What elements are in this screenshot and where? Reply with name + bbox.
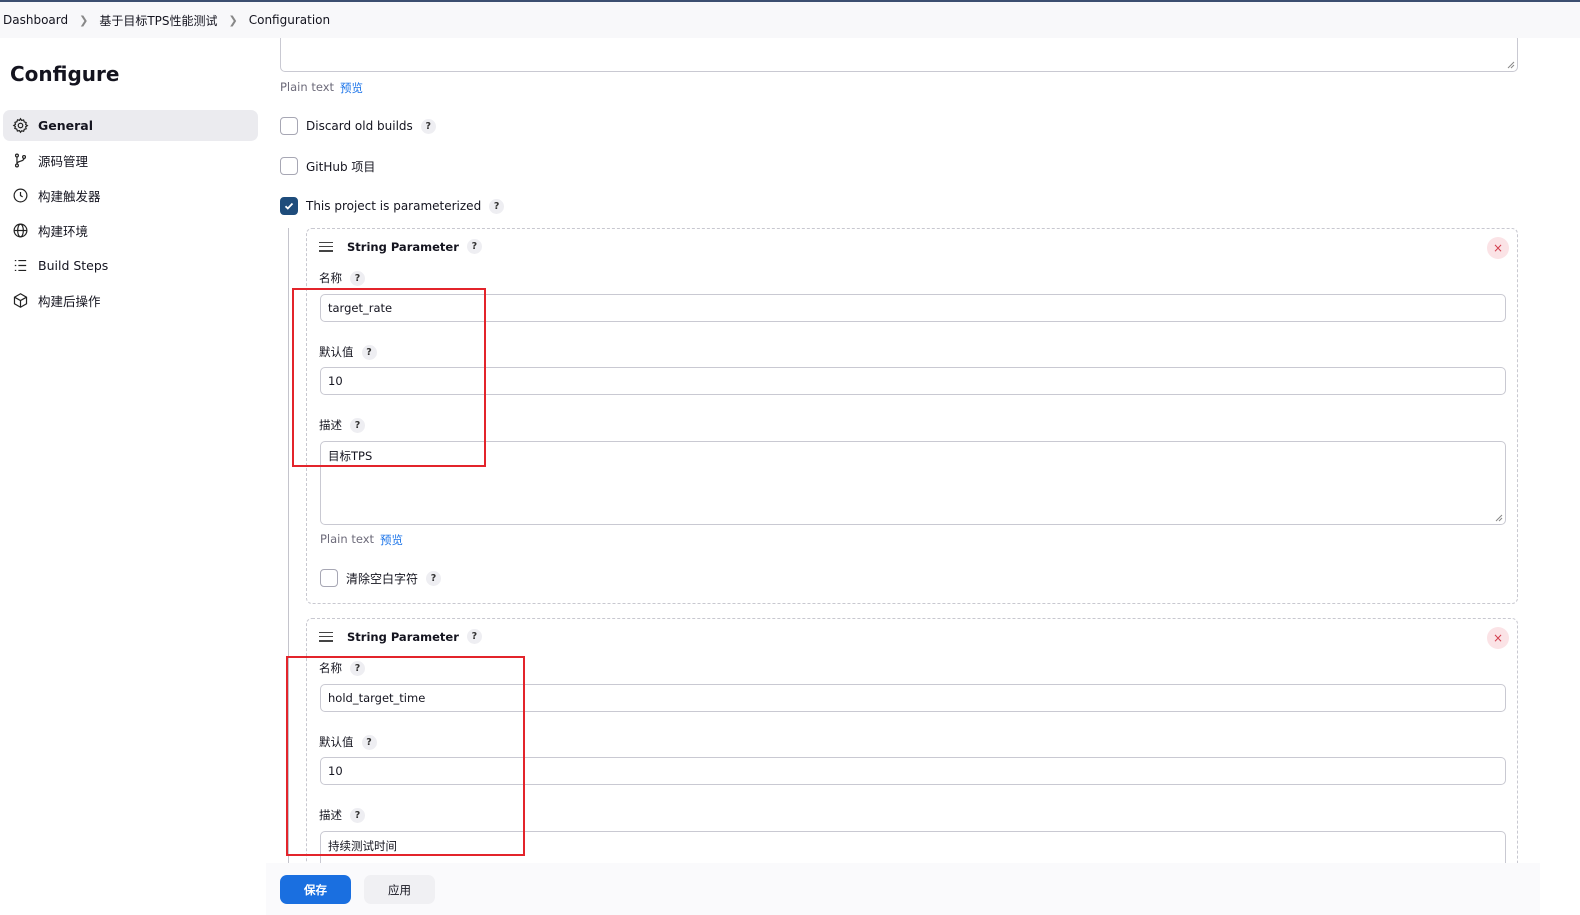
sidebar-item-label: General [38,118,93,133]
chevron-right-icon: ❯ [79,13,89,27]
help-icon[interactable]: ? [361,344,377,360]
help-icon[interactable]: ? [466,629,482,644]
description-label: 描述 ? [319,807,365,823]
close-icon[interactable]: × [1487,627,1509,649]
description-label: 描述 ? [319,417,365,433]
default-value-label: 默认值 ? [319,344,377,360]
clock-icon [11,187,29,205]
globe-icon [11,222,29,240]
discard-old-builds-label[interactable]: Discard old builds [306,119,413,133]
string-parameter-card: String Parameter ? × 名称 ? hold_target_ti… [306,618,1518,863]
sidebar-item-label: 构建环境 [38,224,89,239]
github-project-label[interactable]: GitHub 项目 [306,158,375,175]
default-value-label-text: 默认值 [319,735,354,749]
sidebar-item-label: 源码管理 [38,154,89,169]
parameter-type-label: String Parameter [347,629,459,644]
description-text: 持续测试时间 [328,839,397,853]
trim-label[interactable]: 清除空白字符 [346,570,418,587]
parameterized-label[interactable]: This project is parameterized [306,199,481,213]
help-icon[interactable]: ? [350,417,365,433]
help-icon[interactable]: ? [420,118,436,134]
breadcrumb: Dashboard ❯ 基于目标TPS性能测试 ❯ Configuration [0,2,1580,38]
resize-handle-icon[interactable] [1495,514,1503,522]
drag-handle-icon[interactable] [319,241,333,252]
name-input[interactable]: target_rate [320,294,1506,322]
save-button[interactable]: 保存 [280,875,351,904]
breadcrumb-job[interactable]: 基于目标TPS性能测试 [99,12,217,29]
sidebar: General 源码管理 构建触发器 构建环境 Build Steps 构建后操… [3,110,258,320]
option-parameterized: This project is parameterized ? [280,197,505,215]
page-title: Configure [10,62,120,86]
name-label: 名称 ? [319,660,365,676]
default-value-label: 默认值 ? [319,734,377,750]
config-form: Plain text 预览 Discard old builds ? GitHu… [280,38,1540,863]
name-input[interactable]: hold_target_time [320,684,1506,712]
name-label-text: 名称 [319,271,342,285]
parameter-header: String Parameter ? [319,629,482,644]
hint-text: Plain text [280,80,335,94]
breadcrumb-dashboard[interactable]: Dashboard [3,13,68,27]
discard-old-builds-checkbox[interactable] [280,117,298,135]
name-label-text: 名称 [319,661,342,675]
description-textarea[interactable]: 目标TPS [320,441,1506,525]
description-text: 目标TPS [328,449,373,463]
trim-checkbox[interactable] [320,569,338,587]
project-description-textarea[interactable] [280,38,1518,72]
help-icon[interactable]: ? [350,270,365,286]
parameter-header: String Parameter ? [319,239,482,254]
apply-button[interactable]: 应用 [364,875,435,904]
sidebar-item-build-env[interactable]: 构建环境 [3,215,258,246]
preview-link[interactable]: 预览 [340,80,363,96]
close-icon[interactable]: × [1487,237,1509,259]
hint-text: Plain text [320,532,375,546]
help-icon[interactable]: ? [350,660,365,676]
sidebar-item-label: 构建后操作 [38,294,101,309]
github-project-checkbox[interactable] [280,157,298,175]
sidebar-item-general[interactable]: General [3,110,258,141]
sidebar-item-post-build[interactable]: 构建后操作 [3,285,258,316]
sidebar-item-build-steps[interactable]: Build Steps [3,250,258,281]
form-action-bar: 保存 应用 [266,863,1540,915]
help-icon[interactable]: ? [426,570,442,586]
resize-handle-icon[interactable] [1507,61,1515,69]
parameters-guide-line [288,228,289,863]
help-icon[interactable]: ? [466,239,482,254]
sidebar-item-label: 构建触发器 [38,189,101,204]
drag-handle-icon[interactable] [319,631,333,642]
default-value-label-text: 默认值 [319,345,354,359]
sidebar-item-triggers[interactable]: 构建触发器 [3,180,258,211]
gear-icon [11,117,29,135]
option-github-project: GitHub 项目 [280,157,375,175]
chevron-right-icon: ❯ [228,13,238,27]
trim-option: 清除空白字符 ? [320,569,442,587]
cube-icon [11,292,29,310]
parameter-type-label: String Parameter [347,239,459,254]
description-textarea[interactable]: 持续测试时间 [320,831,1506,863]
default-value-input[interactable]: 10 [320,367,1506,395]
description-hint: Plain text 预览 [320,532,403,548]
sidebar-item-label: Build Steps [38,258,109,273]
breadcrumb-configuration[interactable]: Configuration [249,13,330,27]
help-icon[interactable]: ? [489,198,505,214]
checkmark-icon [284,202,294,210]
help-icon[interactable]: ? [350,807,365,823]
preview-link[interactable]: 预览 [380,532,403,548]
option-discard-old-builds: Discard old builds ? [280,117,436,135]
help-icon[interactable]: ? [361,734,377,750]
list-icon [11,257,29,275]
default-value-input[interactable]: 10 [320,757,1506,785]
string-parameter-card: String Parameter ? × 名称 ? target_rate 默认… [306,228,1518,604]
branch-icon [11,152,29,170]
name-label: 名称 ? [319,270,365,286]
sidebar-item-scm[interactable]: 源码管理 [3,145,258,176]
description-label-text: 描述 [319,808,342,822]
description-hint: Plain text 预览 [280,80,363,96]
description-label-text: 描述 [319,418,342,432]
parameterized-checkbox[interactable] [280,197,298,215]
